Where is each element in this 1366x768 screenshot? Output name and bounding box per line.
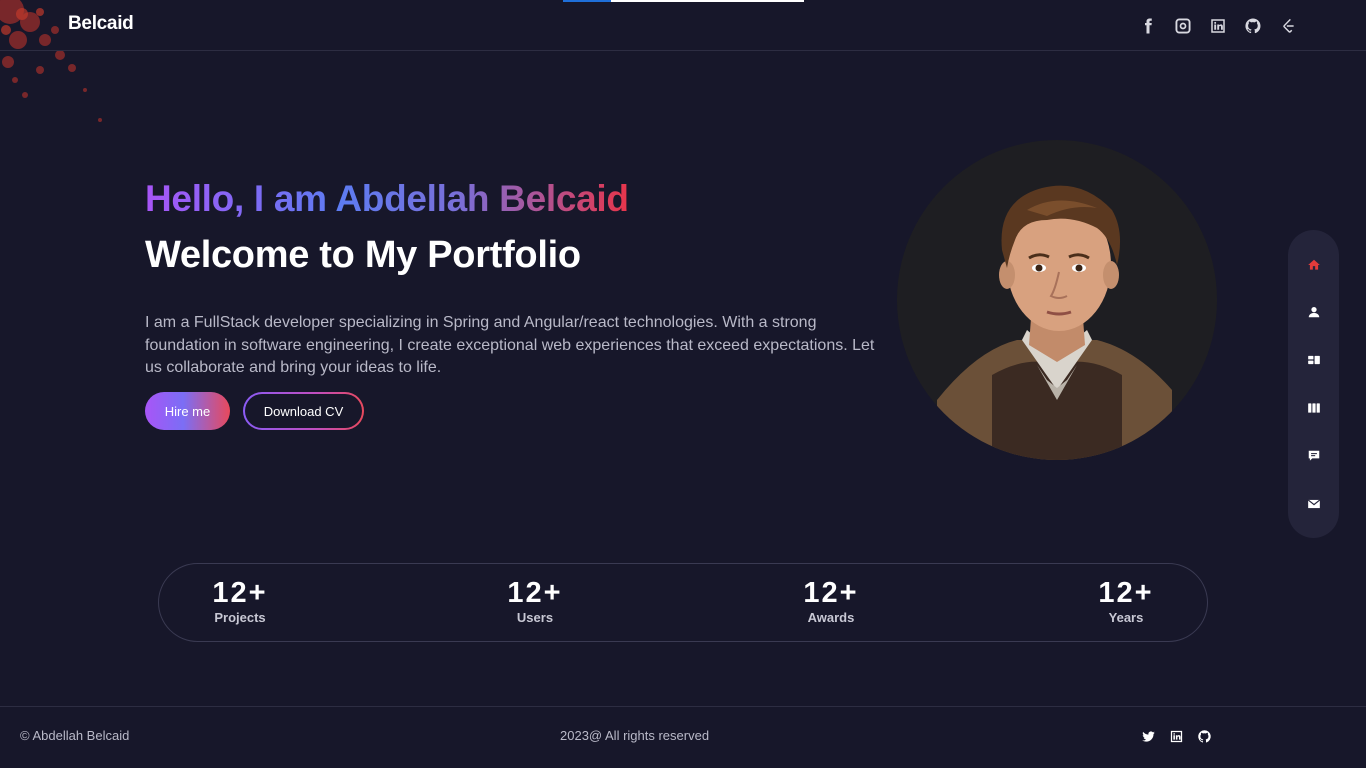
brand-logo[interactable]: Belcaid	[68, 13, 134, 35]
linkedin-icon[interactable]	[1208, 16, 1228, 36]
nav-home[interactable]	[1288, 250, 1339, 280]
footer-rights: 2023@ All rights reserved	[560, 728, 710, 743]
twitter-icon[interactable]	[1140, 728, 1156, 744]
hero-welcome-heading: Welcome to My Portfolio	[145, 234, 581, 276]
nav-testimonials[interactable]	[1288, 441, 1339, 471]
scroll-progress-fill	[563, 0, 612, 2]
stat-value: 12+	[507, 577, 563, 609]
scroll-progress-bar	[563, 0, 804, 2]
nav-services[interactable]	[1288, 345, 1339, 375]
nav-about[interactable]	[1288, 297, 1339, 327]
profile-portrait-image	[937, 185, 1172, 460]
github-icon[interactable]	[1196, 728, 1212, 744]
stats-bar: 12+ Projects 12+ Users 12+ Awards 12+ Ye…	[158, 563, 1208, 642]
page-footer: © Abdellah Belcaid 2023@ All rights rese…	[0, 706, 1366, 768]
side-navigation	[1288, 230, 1339, 538]
hero-greeting: Hello, I am Abdellah Belcaid	[145, 178, 629, 219]
chat-icon	[1308, 450, 1319, 461]
stat-years: 12+ Years	[1066, 576, 1186, 626]
stat-label: Years	[1108, 610, 1144, 625]
facebook-icon[interactable]	[1138, 16, 1158, 36]
stat-label: Users	[516, 610, 554, 625]
home-icon	[1307, 259, 1320, 270]
nav-contact[interactable]	[1288, 489, 1339, 519]
stat-label: Awards	[807, 610, 855, 625]
profile-avatar	[897, 140, 1217, 460]
footer-social-links	[1140, 728, 1212, 744]
hero-description: I am a FullStack developer specializing …	[145, 314, 875, 376]
header-social-links	[1138, 16, 1298, 36]
leetcode-icon[interactable]	[1278, 16, 1298, 36]
github-icon[interactable]	[1243, 16, 1263, 36]
linkedin-icon[interactable]	[1168, 728, 1184, 744]
stat-awards: 12+ Awards	[771, 576, 891, 626]
stat-value: 12+	[1098, 577, 1154, 609]
portfolio-icon	[1307, 403, 1320, 413]
stat-value: 12+	[212, 577, 268, 609]
instagram-icon[interactable]	[1173, 16, 1193, 36]
stat-value: 12+	[803, 577, 859, 609]
user-icon	[1308, 307, 1319, 318]
portfolio-page: Belcaid Hello, I am Abdellah Belcaid Wel…	[0, 0, 1366, 768]
download-cv-label: Download CV	[245, 394, 362, 428]
download-cv-button[interactable]: Download CV	[243, 392, 364, 430]
mail-icon	[1307, 499, 1320, 509]
stat-label: Projects	[214, 610, 266, 625]
hire-me-button[interactable]: Hire me	[145, 392, 230, 430]
nav-portfolio[interactable]	[1288, 393, 1339, 423]
services-icon	[1307, 355, 1320, 365]
stat-users: 12+ Users	[475, 576, 595, 626]
top-navbar: Belcaid	[0, 0, 1366, 51]
stat-projects: 12+ Projects	[180, 576, 300, 626]
footer-copyright: © Abdellah Belcaid	[20, 728, 130, 743]
